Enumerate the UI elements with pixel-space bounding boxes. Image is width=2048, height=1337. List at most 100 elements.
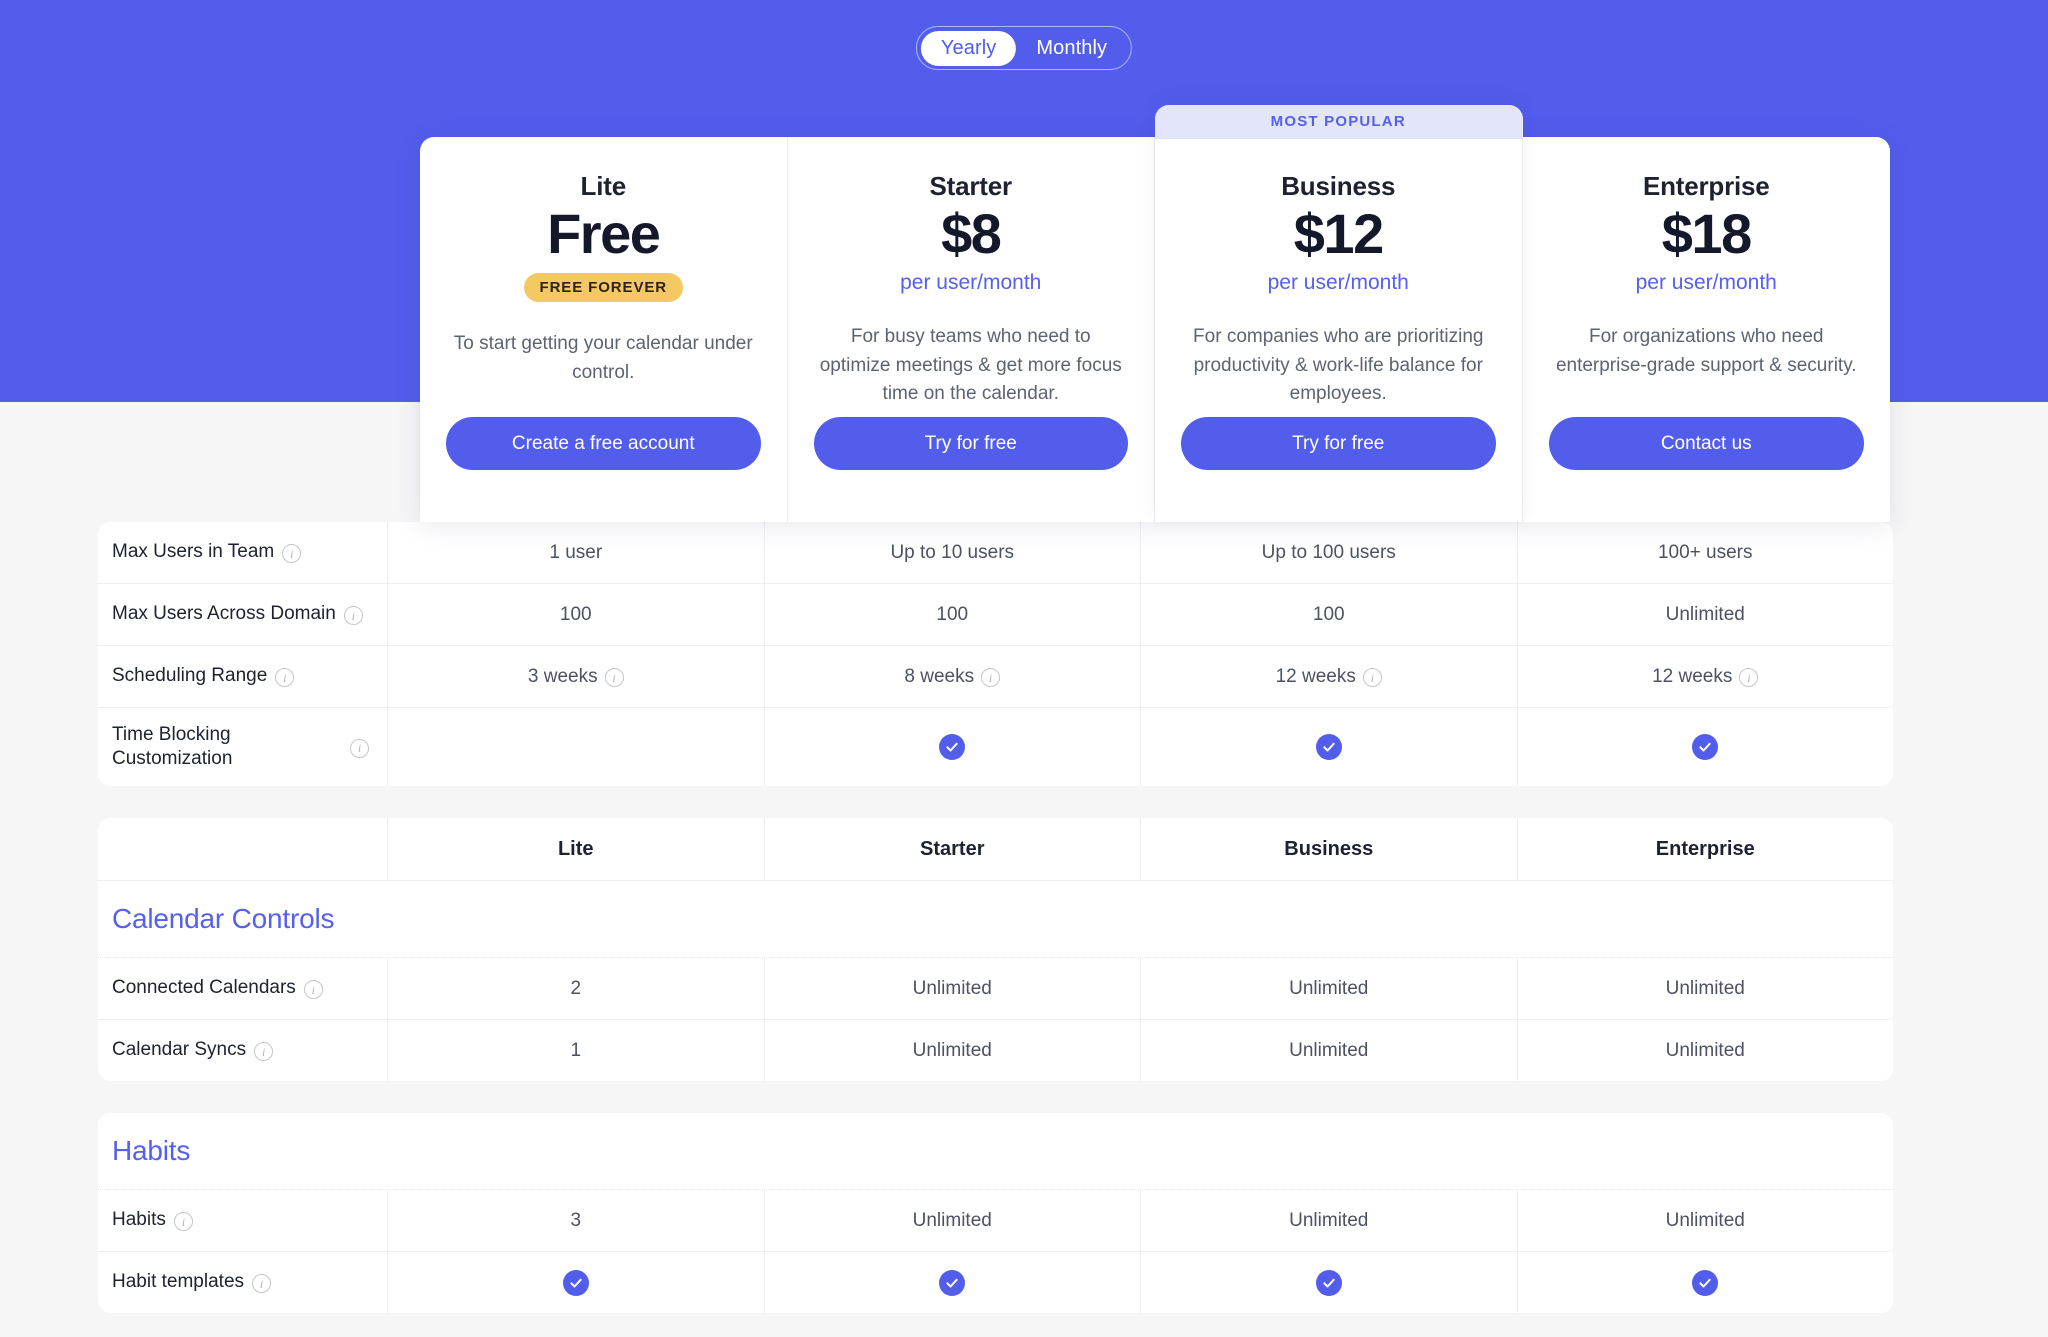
- table-header-row: Lite Starter Business Enterprise: [98, 818, 1893, 881]
- billing-toggle-yearly[interactable]: Yearly: [920, 30, 1017, 66]
- plan-card-lite: Lite Free FREE FOREVER To start getting you…: [420, 137, 788, 522]
- feature-value: Unlimited: [1289, 1209, 1369, 1231]
- feature-value: 3: [570, 1209, 582, 1231]
- feature-value: 100: [559, 603, 592, 625]
- plan-price: $18: [1661, 202, 1752, 265]
- info-icon[interactable]: [254, 1042, 274, 1061]
- plan-name: Enterprise: [1642, 171, 1770, 201]
- column-header-label: Enterprise: [1655, 837, 1755, 860]
- billing-period-toggle[interactable]: Yearly Monthly: [915, 26, 1133, 70]
- info-icon[interactable]: [1362, 668, 1382, 687]
- feature-value: 1 user: [549, 541, 603, 563]
- column-header: Enterprise: [1518, 818, 1894, 880]
- feature-value: Unlimited: [1665, 977, 1745, 999]
- section-header-row: Calendar Controls: [98, 881, 1893, 958]
- column-header-label: Starter: [920, 837, 985, 860]
- info-icon[interactable]: [350, 738, 369, 758]
- column-header-label: Lite: [557, 837, 594, 860]
- feature-value-cell: Unlimited: [1518, 1190, 1894, 1251]
- plan-cta-button[interactable]: Try for free: [813, 417, 1128, 470]
- feature-label-cell: Max Users in Team: [98, 522, 388, 583]
- feature-value-cell: [388, 1252, 765, 1313]
- plan-cta-button[interactable]: Contact us: [1548, 417, 1864, 470]
- feature-value: Unlimited: [1665, 603, 1745, 625]
- plan-period: per user/month: [900, 271, 1042, 295]
- plan-name: Starter: [929, 171, 1013, 201]
- feature-value: 12 weeks: [1652, 665, 1733, 687]
- feature-value: Unlimited: [1289, 977, 1369, 999]
- plan-cta-button[interactable]: Try for free: [1181, 417, 1496, 470]
- feature-value: 2: [570, 977, 582, 999]
- table-row: Max Users Across Domain 100 100 100 Unlimite…: [98, 584, 1893, 646]
- feature-value-cell: 2: [388, 958, 765, 1019]
- section-title: Calendar Controls: [112, 903, 335, 934]
- feature-value-cell: Unlimited: [1141, 1190, 1518, 1251]
- table-row: Scheduling Range 3 weeks 8 weeks 12 weeks 12…: [98, 646, 1893, 708]
- feature-value-cell: 12 weeks: [1141, 646, 1518, 707]
- feature-value-cell: Up to 10 users: [765, 522, 1141, 583]
- feature-value: Unlimited: [912, 1039, 992, 1061]
- feature-label-cell: Connected Calendars: [98, 958, 388, 1019]
- plan-card-starter: Starter $8 per user/month For busy teams wh…: [788, 137, 1155, 522]
- plan-period: per user/month: [1267, 271, 1409, 295]
- info-icon[interactable]: [252, 1274, 272, 1293]
- check-icon: [1692, 734, 1719, 760]
- feature-value-cell: [765, 1252, 1141, 1313]
- table-row: Time Blocking Customization: [98, 708, 1893, 786]
- info-icon[interactable]: [981, 668, 1001, 687]
- billing-toggle-monthly[interactable]: Monthly: [1016, 31, 1127, 66]
- feature-value: Unlimited: [912, 1209, 992, 1231]
- feature-value-cell: Unlimited: [1518, 958, 1894, 1019]
- feature-value-cell: Unlimited: [765, 958, 1141, 1019]
- feature-value: Up to 100 users: [1261, 541, 1396, 563]
- feature-value: 3 weeks: [527, 665, 598, 687]
- feature-label: Max Users in Team: [112, 541, 275, 563]
- feature-label-cell: Habit templates: [98, 1252, 388, 1313]
- plan-cta-button[interactable]: Create a free account: [446, 417, 761, 470]
- feature-value: 12 weeks: [1275, 665, 1356, 687]
- feature-value: Unlimited: [1665, 1209, 1745, 1231]
- feature-comparison-tables: Max Users in Team 1 user Up to 10 users Up …: [98, 522, 1893, 1337]
- feature-label-cell: Habits: [98, 1190, 388, 1251]
- feature-label-cell: Calendar Syncs: [98, 1020, 388, 1081]
- column-header: Lite: [388, 818, 765, 880]
- feature-value-cell: Unlimited: [1518, 1020, 1894, 1081]
- feature-value-cell: 100+ users: [1518, 522, 1894, 583]
- check-icon: [562, 1269, 589, 1296]
- check-icon: [1315, 1269, 1342, 1296]
- feature-label: Habit templates: [112, 1271, 245, 1293]
- check-icon: [1315, 734, 1342, 760]
- feature-value-cell: Unlimited: [1518, 584, 1894, 645]
- info-icon[interactable]: [275, 668, 295, 687]
- feature-label-cell: Max Users Across Domain: [98, 584, 388, 645]
- table-row: Calendar Syncs 1 Unlimited Unlimited Unlimit…: [98, 1020, 1893, 1081]
- column-header: [98, 818, 388, 880]
- table-block-calendar-controls: Lite Starter Business Enterprise Calendar Co…: [98, 818, 1893, 1081]
- plan-description: For companies who are prioritizing produ…: [1193, 326, 1484, 405]
- info-icon[interactable]: [1739, 668, 1759, 687]
- check-icon: [939, 1269, 966, 1296]
- free-forever-badge: FREE FOREVER: [523, 273, 683, 303]
- info-icon[interactable]: [173, 1212, 193, 1231]
- info-icon[interactable]: [604, 668, 624, 687]
- plan-card-business: MOST POPULAR Business $12 per user/month For…: [1155, 105, 1523, 522]
- info-icon[interactable]: [303, 980, 323, 999]
- feature-value-cell: 100: [388, 584, 765, 645]
- feature-value-cell: [388, 708, 765, 786]
- feature-value-cell: 1 user: [388, 522, 765, 583]
- table-row: Habit templates: [98, 1252, 1893, 1313]
- feature-value: Unlimited: [912, 977, 992, 999]
- info-icon[interactable]: [343, 606, 363, 625]
- plan-cards: Lite Free FREE FOREVER To start getting you…: [420, 105, 1891, 522]
- feature-label: Max Users Across Domain: [112, 603, 336, 625]
- feature-value-cell: 8 weeks: [765, 646, 1141, 707]
- feature-label: Connected Calendars: [112, 977, 296, 999]
- info-icon[interactable]: [282, 544, 302, 563]
- plan-description: To start getting your calendar under con…: [453, 333, 753, 383]
- feature-value-cell: [1141, 708, 1518, 786]
- column-header: Business: [1141, 818, 1518, 880]
- table-row: Connected Calendars 2 Unlimited Unlimited Un…: [98, 958, 1893, 1020]
- feature-value: 100: [936, 603, 969, 625]
- feature-value: Unlimited: [1665, 1039, 1745, 1061]
- plan-card-enterprise: Enterprise $18 per user/month For organizat…: [1523, 137, 1891, 522]
